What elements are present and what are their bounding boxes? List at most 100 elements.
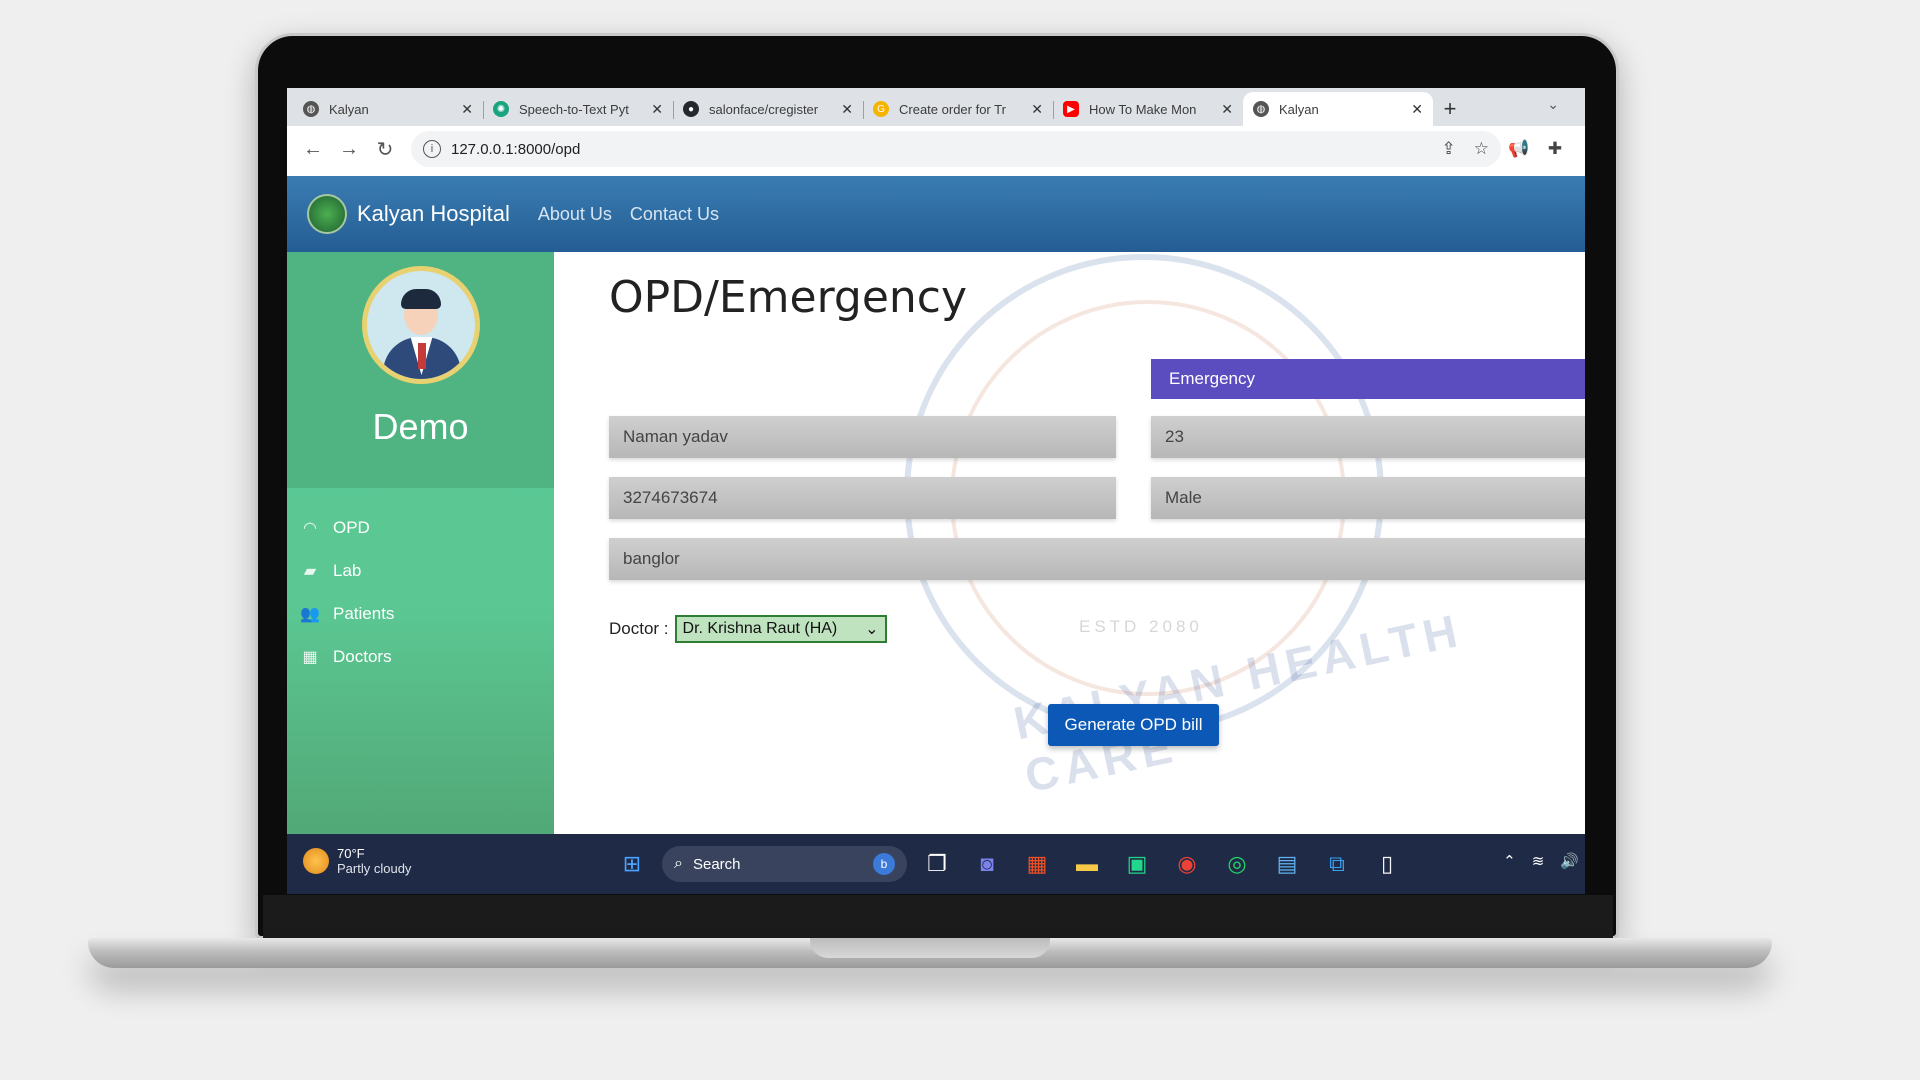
laptop-notch [810,938,1050,958]
page-title: OPD/Emergency [609,272,968,323]
vscode-icon[interactable]: ⧉ [1317,844,1357,884]
profile-panel: Demo [287,252,554,488]
generate-opd-bill-button[interactable]: Generate OPD bill [1048,704,1219,746]
weather-temp: 70°F [337,846,365,861]
main-content: ESTD 2080 KALYAN HEALTH CARE OPD/Emergen… [554,252,1585,834]
site-info-icon[interactable]: i [423,140,441,158]
address-bar[interactable]: i 127.0.0.1:8000/opd ⇪ ☆ [411,131,1501,167]
sidebar-item-doctors[interactable]: ▦ Doctors [287,635,554,678]
tab-close-icon[interactable]: ✕ [461,101,473,118]
forward-arrow-icon[interactable]: → [331,131,367,167]
sidebar-item-opd[interactable]: ◠ OPD [287,506,554,549]
calendar-icon: ▦ [302,648,318,666]
browser-tab[interactable]: ◍ Kalyan ✕ [293,92,483,126]
new-tab-button[interactable]: + [1433,92,1467,126]
sidebar-item-label: Doctors [333,646,392,666]
doctor-selected-value: Dr. Krishna Raut (HA) [682,620,838,637]
tab-strip: ◍ Kalyan ✕ ✺ Speech-to-Text Pyt ✕ ● salonface… [287,88,1585,126]
tab-title: How To Make Mon [1089,101,1197,117]
github-icon: ● [683,101,699,117]
gauge-icon: ◠ [303,519,317,537]
browser-tab[interactable]: G Create order for Tr ✕ [863,92,1053,126]
tab-title: Kalyan [329,101,369,117]
patient-name-field[interactable]: Naman yadav [609,416,1116,458]
patient-age-field[interactable]: 23 [1151,416,1585,458]
nav-link-about[interactable]: About Us [538,204,612,225]
browser-tab-active[interactable]: ◍ Kalyan ✕ [1243,92,1433,126]
system-tray: ⌃ ≋ 🔊 [1487,852,1579,870]
teams-chat-icon[interactable]: ◙ [967,844,1007,884]
google-icon: G [873,101,889,117]
sidebar-item-patients[interactable]: 👥 Patients [287,592,554,635]
doctor-label: Doctor : [609,619,669,638]
avatar [361,266,480,384]
megaphone-extension-icon[interactable]: 📢 [1501,131,1537,167]
whatsapp-icon[interactable]: ◎ [1217,844,1257,884]
task-view-icon[interactable]: ❐ [917,844,957,884]
search-icon: ⌕ [674,855,683,872]
patient-gender-select[interactable]: Male [1151,477,1585,519]
tab-close-icon[interactable]: ✕ [1411,101,1423,118]
sidebar-item-label: Patients [333,603,395,623]
extensions-puzzle-icon[interactable]: ✚ [1537,131,1573,167]
sidebar-item-lab[interactable]: ▰ Lab [287,549,554,592]
notepad-icon[interactable]: ▤ [1267,844,1307,884]
youtube-icon: ▶ [1063,101,1079,117]
tab-close-icon[interactable]: ✕ [841,101,853,118]
visit-type-select[interactable]: Emergency [1151,359,1585,399]
nav-link-contact[interactable]: Contact Us [630,204,719,225]
tab-title: Kalyan [1279,101,1319,117]
chevron-down-icon: ⌄ [865,621,879,638]
site-navbar: Kalyan Hospital About Us Contact Us [287,176,1585,252]
file-explorer-icon[interactable]: ▬ [1067,844,1107,884]
microsoft-store-icon[interactable]: ▦ [1017,844,1057,884]
url-text[interactable]: 127.0.0.1:8000/opd [451,141,1424,158]
profile-name: Demo [372,406,469,447]
browser-toolbar: ← → ↻ i 127.0.0.1:8000/opd ⇪ ☆ 📢 ✚ [287,126,1585,172]
reload-icon[interactable]: ↻ [367,131,403,167]
briefcase-icon: ▰ [303,562,317,580]
tab-close-icon[interactable]: ✕ [651,101,663,118]
partly-cloudy-icon [303,848,329,874]
taskbar-search-label: Search [692,855,741,873]
sidebar-item-label: Lab [333,560,362,580]
bookmark-star-icon[interactable]: ☆ [1474,139,1489,159]
patient-address-field[interactable]: banglor [609,538,1585,580]
sidebar-item-label: OPD [333,517,370,537]
wifi-icon[interactable]: ≋ [1532,852,1545,870]
browser-tab[interactable]: ✺ Speech-to-Text Pyt ✕ [483,92,673,126]
windows-start-icon[interactable]: ⊞ [612,844,652,884]
browser-tab[interactable]: ▶ How To Make Mon ✕ [1053,92,1243,126]
taskbar-apps: ⊞ ⌕ Search b ❐ ◙ ▦ ▬ ▣ ◉ ◎ ▤ ⧉ ▯ [612,844,1417,884]
bing-icon[interactable]: b [873,853,895,875]
globe-icon: ◍ [1253,101,1269,117]
users-icon: 👥 [300,605,320,623]
patient-phone-field[interactable]: 3274673674 [609,477,1116,519]
tab-search-chevron-icon[interactable]: ⌄ [1547,96,1559,113]
tab-title: salonface/cregister [709,101,819,117]
tab-close-icon[interactable]: ✕ [1221,101,1233,118]
weather-widget[interactable]: 70°F Partly cloudy [303,846,411,876]
chrome-icon[interactable]: ◉ [1167,844,1207,884]
taskbar-search[interactable]: ⌕ Search b [662,846,907,882]
hospital-logo-icon[interactable] [307,194,347,234]
chevron-up-icon[interactable]: ⌃ [1503,852,1516,870]
sidebar-menu: ◠ OPD ▰ Lab 👥 Patients ▦ Doctors [287,488,554,678]
doctor-select[interactable]: Dr. Krishna Raut (HA) ⌄ [674,615,887,643]
chatgpt-icon: ✺ [493,101,509,117]
browser-tab[interactable]: ● salonface/cregister ✕ [673,92,863,126]
document-app-icon[interactable]: ▯ [1367,844,1407,884]
share-icon[interactable]: ⇪ [1442,139,1456,159]
tab-title: Speech-to-Text Pyt [519,101,629,117]
website: Kalyan Hospital About Us Contact Us Demo… [287,176,1585,834]
laptop-bezel [263,895,1613,939]
brand-name[interactable]: Kalyan Hospital [357,201,510,227]
globe-icon: ◍ [303,101,319,117]
pycharm-icon[interactable]: ▣ [1117,844,1157,884]
back-arrow-icon[interactable]: ← [295,131,331,167]
tab-close-icon[interactable]: ✕ [1031,101,1043,118]
doctor-row: Doctor : Dr. Krishna Raut (HA) ⌄ [609,615,887,643]
windows-taskbar: 70°F Partly cloudy ⊞ ⌕ Search b ❐ ◙ ▦ ▬ … [287,834,1585,894]
volume-icon[interactable]: 🔊 [1560,852,1579,870]
sidebar: Demo ◠ OPD ▰ Lab 👥 Patients ▦ Doctors [287,252,554,834]
